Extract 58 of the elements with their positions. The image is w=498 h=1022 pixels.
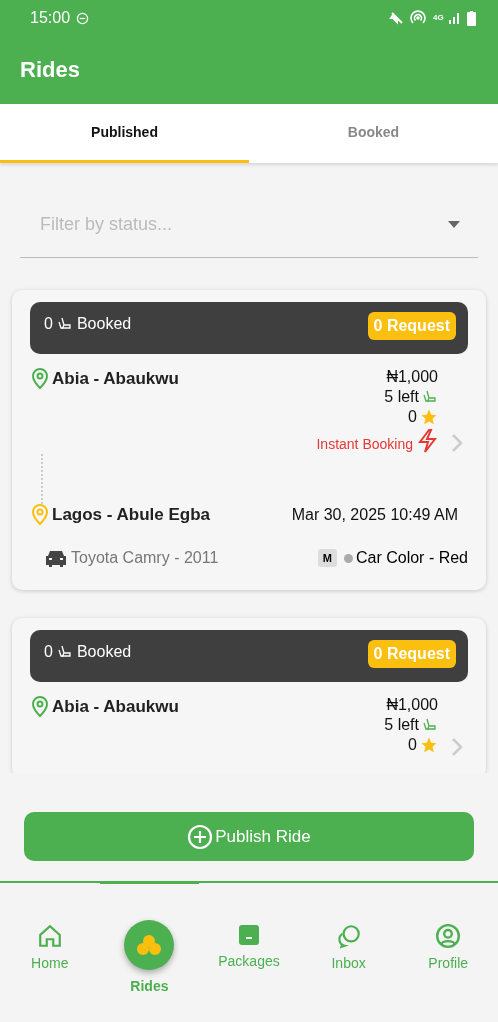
- status-filter-field[interactable]: Filter by status...: [38, 212, 448, 236]
- tab[interactable]: Booked: [249, 104, 498, 163]
- color-dot: [343, 553, 353, 563]
- do-not-disturb-icon: [76, 11, 90, 25]
- car-model-text: Toyota Camry - 2011: [71, 549, 219, 567]
- seat-icon: [422, 389, 438, 405]
- nav-item[interactable]: Profile: [398, 881, 498, 1022]
- nav-item[interactable]: Packages: [199, 881, 299, 1022]
- lightning-icon: [416, 428, 438, 454]
- price-text: ₦1,000: [386, 696, 438, 714]
- origin-text: Abia - Abaukwu: [52, 697, 179, 717]
- seat-icon: [56, 644, 73, 660]
- location-pin-icon: [30, 696, 50, 718]
- nav-item[interactable]: Home: [0, 881, 100, 1022]
- page-title: Rides: [19, 56, 81, 84]
- location-pin-icon: [30, 368, 50, 390]
- booked-count: 0 Booked: [44, 315, 132, 333]
- profile-icon: [435, 923, 462, 949]
- star-icon: [420, 736, 438, 754]
- chat-icon: [335, 923, 362, 949]
- booked-count: 0 Booked: [44, 643, 132, 661]
- seat-icon: [422, 717, 438, 733]
- seats-left-text: 5 left: [384, 388, 419, 406]
- rating-text: 0: [408, 408, 417, 426]
- ride-card[interactable]: 0 Booked 0 Request Abia - Abaukwu ₦1,000 5 left 0 Instant Booking Lagos - Abule Egba Mar 30, 2025 10:49 AM Toyota Camry - 2011 M Car Color - Red: [12, 290, 486, 590]
- car-icon: [44, 548, 68, 568]
- dropdown-caret-icon: [448, 220, 460, 228]
- origin-text: Abia - Abaukwu: [52, 369, 179, 389]
- status-time: 15:00: [30, 9, 71, 27]
- mute-icon: [389, 11, 403, 25]
- seats-left-text: 5 left: [384, 716, 419, 734]
- battery-icon: [467, 10, 476, 26]
- destination-text: Lagos - Abule Egba: [52, 505, 211, 525]
- ride-card[interactable]: 0 Booked 0 Request Abia - Abaukwu ₦1,000 5 left 0: [12, 618, 486, 773]
- hotspot-icon: [409, 10, 427, 26]
- signal-icon: [449, 12, 461, 24]
- price-text: ₦1,000: [386, 368, 438, 386]
- home-icon: [36, 923, 63, 949]
- plus-circle-icon: [187, 823, 214, 850]
- publish-ride-button[interactable]: Publish Ride: [24, 812, 474, 861]
- star-icon: [420, 408, 438, 426]
- transmission-badge: M: [317, 549, 337, 567]
- request-badge[interactable]: 0 Request: [367, 312, 456, 340]
- tab[interactable]: Published: [0, 104, 249, 163]
- chevron-right-icon[interactable]: [450, 736, 464, 758]
- package-icon: [237, 923, 261, 947]
- cloud-icon: [135, 933, 164, 957]
- rating-text: 0: [408, 736, 417, 754]
- seat-icon: [56, 316, 73, 332]
- instant-booking-label: Instant Booking: [316, 436, 413, 452]
- date-text: Mar 30, 2025 10:49 AM: [291, 506, 458, 524]
- car-color-text: Car Color - Red: [355, 549, 468, 567]
- nav-item[interactable]: Inbox: [298, 881, 399, 1022]
- request-badge[interactable]: 0 Request: [367, 640, 456, 668]
- nav-item[interactable]: Rides: [99, 881, 200, 1022]
- chevron-right-icon[interactable]: [450, 432, 464, 454]
- network-type-text: 4G: [433, 14, 443, 22]
- location-pin-icon: [30, 504, 50, 526]
